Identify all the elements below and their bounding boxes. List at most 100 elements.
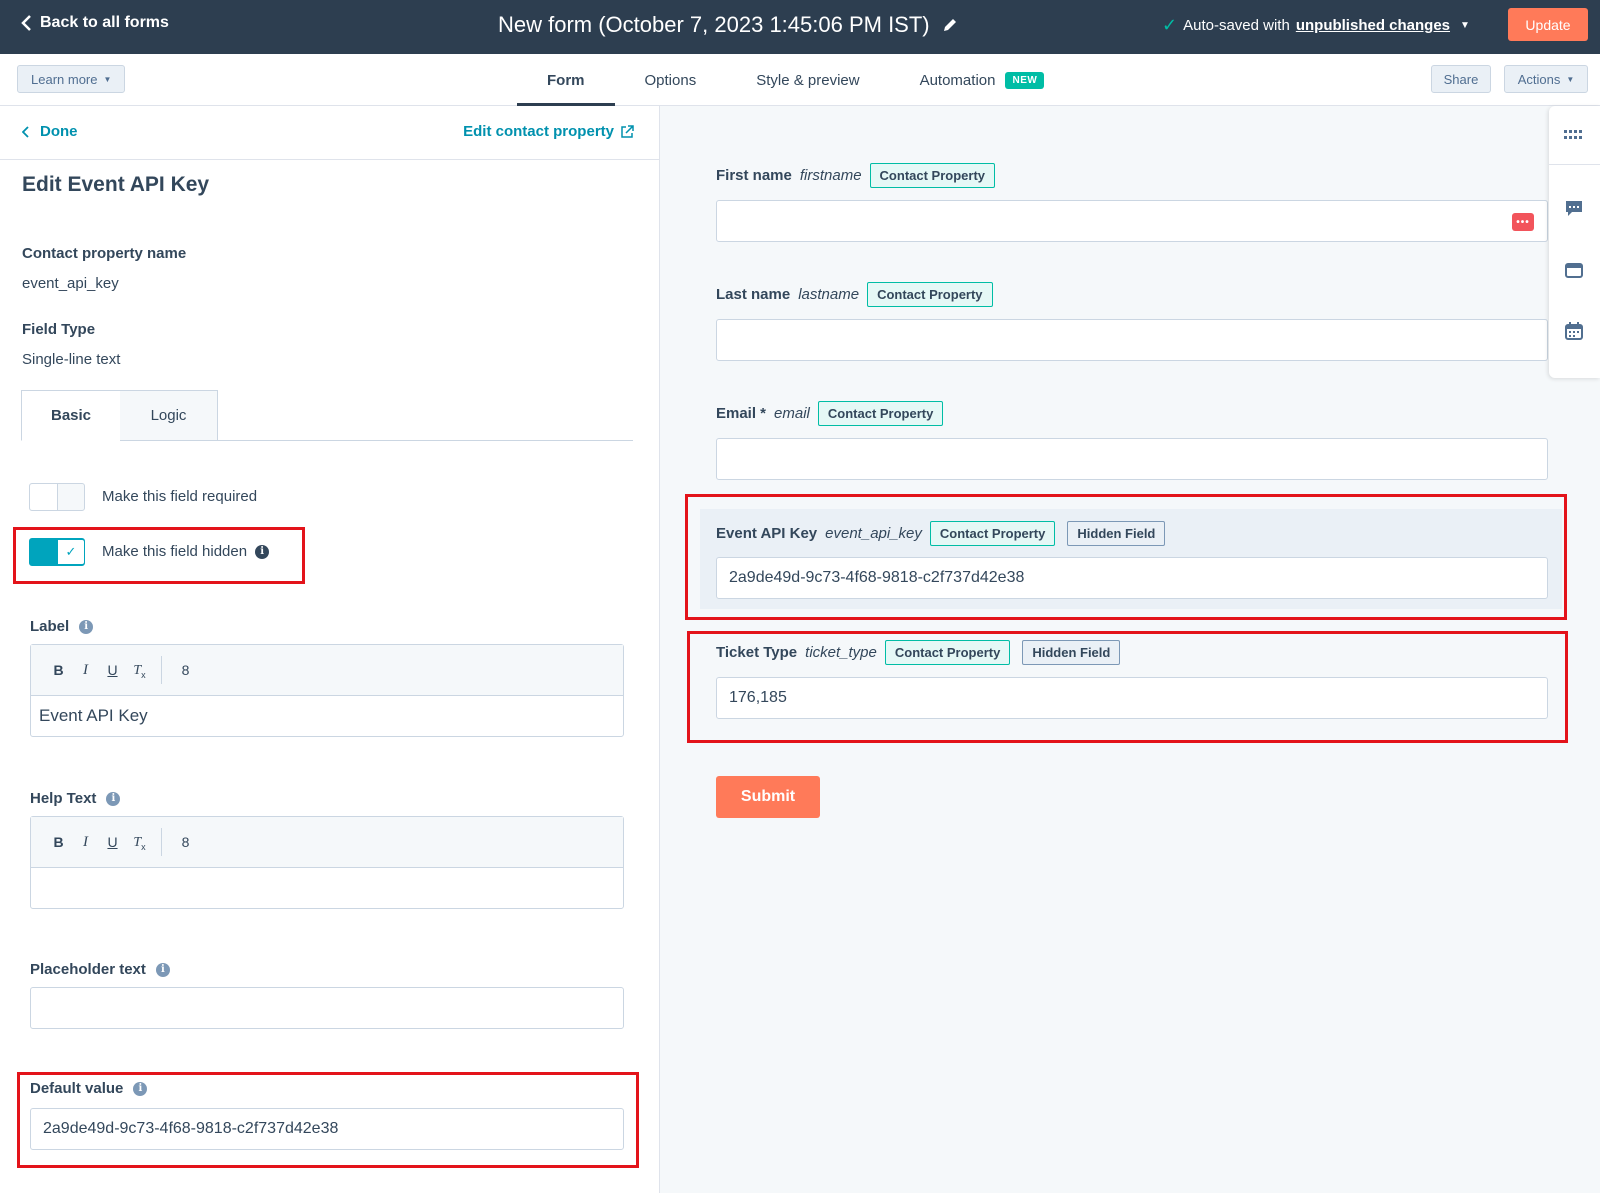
edit-contact-property-link[interactable]: Edit contact property (463, 123, 634, 140)
share-button[interactable]: Share (1431, 65, 1491, 93)
pencil-icon[interactable] (942, 17, 958, 33)
tab-style-preview[interactable]: Style & preview (726, 54, 889, 106)
actions-label: Actions (1517, 71, 1561, 87)
hidden-field-tag: Hidden Field (1022, 640, 1121, 665)
info-icon[interactable]: i (255, 544, 270, 559)
preview-field-event-api-key-label[interactable]: Event API Key event_api_key Contact Prop… (716, 521, 1166, 546)
help-text-editor: B I U Tx 8 (30, 816, 624, 909)
field-type-label: Field Type (22, 321, 96, 338)
top-bar: Back to all forms New form (October 7, 2… (0, 0, 1600, 54)
submit-button[interactable]: Submit (716, 776, 820, 818)
grid-icon[interactable] (1563, 124, 1585, 146)
caret-down-icon[interactable]: ▼ (1460, 20, 1470, 31)
placeholder-input[interactable] (30, 987, 624, 1029)
password-manager-icon[interactable]: ••• (1512, 213, 1534, 231)
required-toggle[interactable] (29, 483, 85, 511)
contact-property-tag: Contact Property (884, 640, 1011, 665)
learn-more-button[interactable]: Learn more ▼ (17, 65, 126, 93)
preview-field-email-label[interactable]: Email * email Contact Property (716, 401, 944, 426)
info-icon[interactable]: i (106, 791, 121, 806)
bold-button[interactable]: B (45, 662, 72, 678)
clear-format-button[interactable]: Tx (126, 833, 153, 852)
check-icon: ✓ (57, 539, 85, 565)
tab-form-label: Form (547, 71, 585, 89)
label-input[interactable]: Event API Key (31, 696, 623, 736)
email-input[interactable] (716, 438, 1548, 480)
actions-button[interactable]: Actions ▼ (1504, 65, 1588, 93)
chevron-left-icon (21, 15, 31, 31)
contact-property-tag: Contact Property (929, 521, 1056, 546)
edit-contact-property-label: Edit contact property (463, 123, 614, 140)
label-editor: B I U Tx 8 Event API Key (30, 644, 624, 737)
contact-property-name-value: event_api_key (22, 275, 119, 292)
preview-field-lastname-label[interactable]: Last name lastname Contact Property (716, 282, 993, 307)
done-button[interactable]: Done (22, 123, 78, 140)
field-api-name: event_api_key (825, 525, 922, 542)
form-title[interactable]: New form (October 7, 2023 1:45:06 PM IST… (498, 12, 930, 38)
hidden-toggle-row: Make this field hidden i (102, 543, 270, 560)
event-api-key-input[interactable]: 2a9de49d-9c73-4f68-9818-c2f737d42e38 (716, 557, 1548, 599)
underline-button[interactable]: U (99, 834, 126, 850)
edit-field-panel: Done Edit contact property Edit Event AP… (0, 106, 660, 1193)
preview-field-firstname-label[interactable]: First name firstname Contact Property (716, 163, 996, 188)
field-api-name: firstname (799, 167, 862, 184)
field-label: Last name (716, 286, 791, 303)
done-label: Done (40, 123, 78, 140)
placeholder-heading-row: Placeholder text i (30, 961, 170, 978)
tab-options-label: Options (644, 71, 697, 89)
help-text-heading-row: Help Text i (30, 790, 121, 807)
contact-property-name-label: Contact property name (22, 245, 187, 262)
help-text-input[interactable] (31, 868, 623, 908)
default-value-heading-row: Default value i (30, 1080, 148, 1097)
info-icon[interactable]: i (133, 1081, 148, 1096)
info-icon[interactable]: i (155, 962, 170, 977)
window-icon[interactable] (1563, 260, 1585, 282)
tab-options[interactable]: Options (615, 54, 727, 106)
back-to-all-forms-link[interactable]: Back to all forms (20, 14, 169, 32)
info-icon[interactable]: i (79, 619, 94, 634)
ticket-type-input[interactable]: 176,185 (716, 677, 1548, 719)
placeholder-heading: Placeholder text (30, 961, 146, 978)
field-api-name: ticket_type (805, 644, 877, 661)
subtab-basic[interactable]: Basic (21, 390, 121, 441)
default-value-heading: Default value (30, 1080, 124, 1097)
firstname-input[interactable] (716, 200, 1548, 242)
lastname-input[interactable] (716, 319, 1548, 361)
toolbar-divider (161, 828, 162, 856)
preview-field-ticket-type-label[interactable]: Ticket Type ticket_type Contact Property… (716, 640, 1121, 665)
clear-format-button[interactable]: Tx (126, 661, 153, 680)
default-value-input[interactable]: 2a9de49d-9c73-4f68-9818-c2f737d42e38 (30, 1108, 624, 1150)
hidden-toggle-label: Make this field hidden (102, 543, 248, 560)
rte-toolbar: B I U Tx 8 (31, 645, 623, 696)
label-heading: Label (30, 618, 70, 635)
autosave-prefix: Auto-saved with (1183, 17, 1290, 34)
update-button[interactable]: Update (1508, 8, 1588, 41)
italic-button[interactable]: I (72, 834, 99, 851)
hidden-toggle[interactable]: ✓ (29, 538, 85, 566)
unpublished-changes-link[interactable]: unpublished changes (1296, 17, 1450, 34)
tab-style-preview-label: Style & preview (756, 71, 860, 89)
autosave-status: ✓ Auto-saved with unpublished changes ▼ (1162, 15, 1470, 36)
toggle-knob (30, 484, 58, 510)
subtab-logic[interactable]: Logic (120, 390, 218, 441)
external-link-icon (621, 124, 634, 138)
chat-icon[interactable] (1563, 198, 1585, 220)
field-label: Event API Key (716, 525, 818, 542)
right-rail (1549, 106, 1600, 378)
link-icon[interactable]: 8 (172, 662, 199, 678)
new-badge: NEW (1005, 71, 1045, 89)
field-api-name: lastname (798, 286, 860, 303)
bold-button[interactable]: B (45, 834, 72, 850)
tab-automation[interactable]: Automation NEW (890, 54, 1075, 106)
link-icon[interactable]: 8 (172, 834, 199, 850)
underline-button[interactable]: U (99, 662, 126, 678)
field-label: Email * (716, 405, 767, 422)
required-toggle-label: Make this field required (102, 488, 258, 505)
field-label: First name (716, 167, 792, 184)
panel-title: Edit Event API Key (22, 173, 210, 196)
calendar-icon[interactable] (1563, 320, 1585, 342)
italic-button[interactable]: I (72, 662, 99, 679)
back-label: Back to all forms (40, 14, 169, 31)
tab-form[interactable]: Form (517, 54, 615, 107)
field-api-name: email (774, 405, 810, 422)
